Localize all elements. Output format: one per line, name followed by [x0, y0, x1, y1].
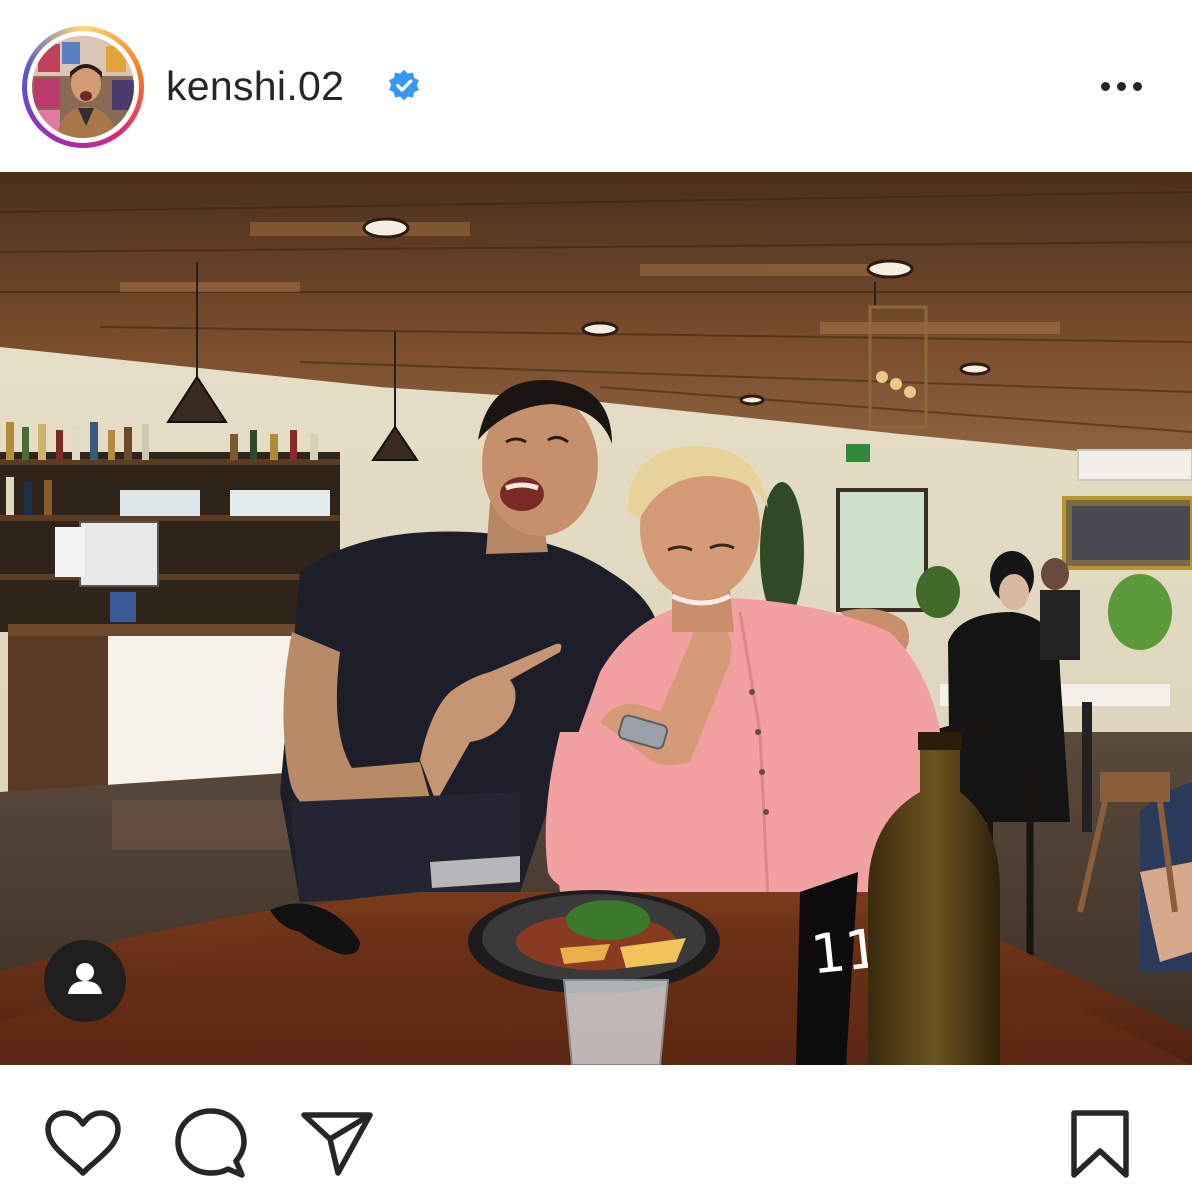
like-button[interactable] — [44, 1109, 122, 1184]
post-photo[interactable]: 11 — [0, 172, 1192, 1065]
avatar-border — [27, 31, 139, 143]
restaurant-scene: 11 — [0, 172, 1192, 1065]
share-button[interactable] — [300, 1109, 374, 1182]
save-button[interactable] — [1068, 1109, 1132, 1184]
comment-button[interactable] — [174, 1107, 248, 1186]
action-bar — [0, 1065, 1192, 1200]
heart-icon — [45, 1110, 121, 1176]
avatar[interactable] — [32, 36, 134, 138]
bookmark-icon — [1071, 1110, 1129, 1178]
story-ring[interactable] — [22, 26, 144, 148]
post-header: kenshi.02 — [0, 0, 1192, 172]
user-tag-icon — [68, 963, 102, 994]
comment-bubble-icon — [175, 1108, 247, 1178]
username[interactable]: kenshi.02 — [166, 62, 344, 110]
paper-plane-icon — [301, 1112, 373, 1176]
tag-people-button[interactable] — [44, 940, 126, 1022]
more-options-icon — [1100, 81, 1110, 91]
more-options-button[interactable] — [1090, 70, 1152, 102]
verified-badge-icon — [389, 69, 419, 101]
